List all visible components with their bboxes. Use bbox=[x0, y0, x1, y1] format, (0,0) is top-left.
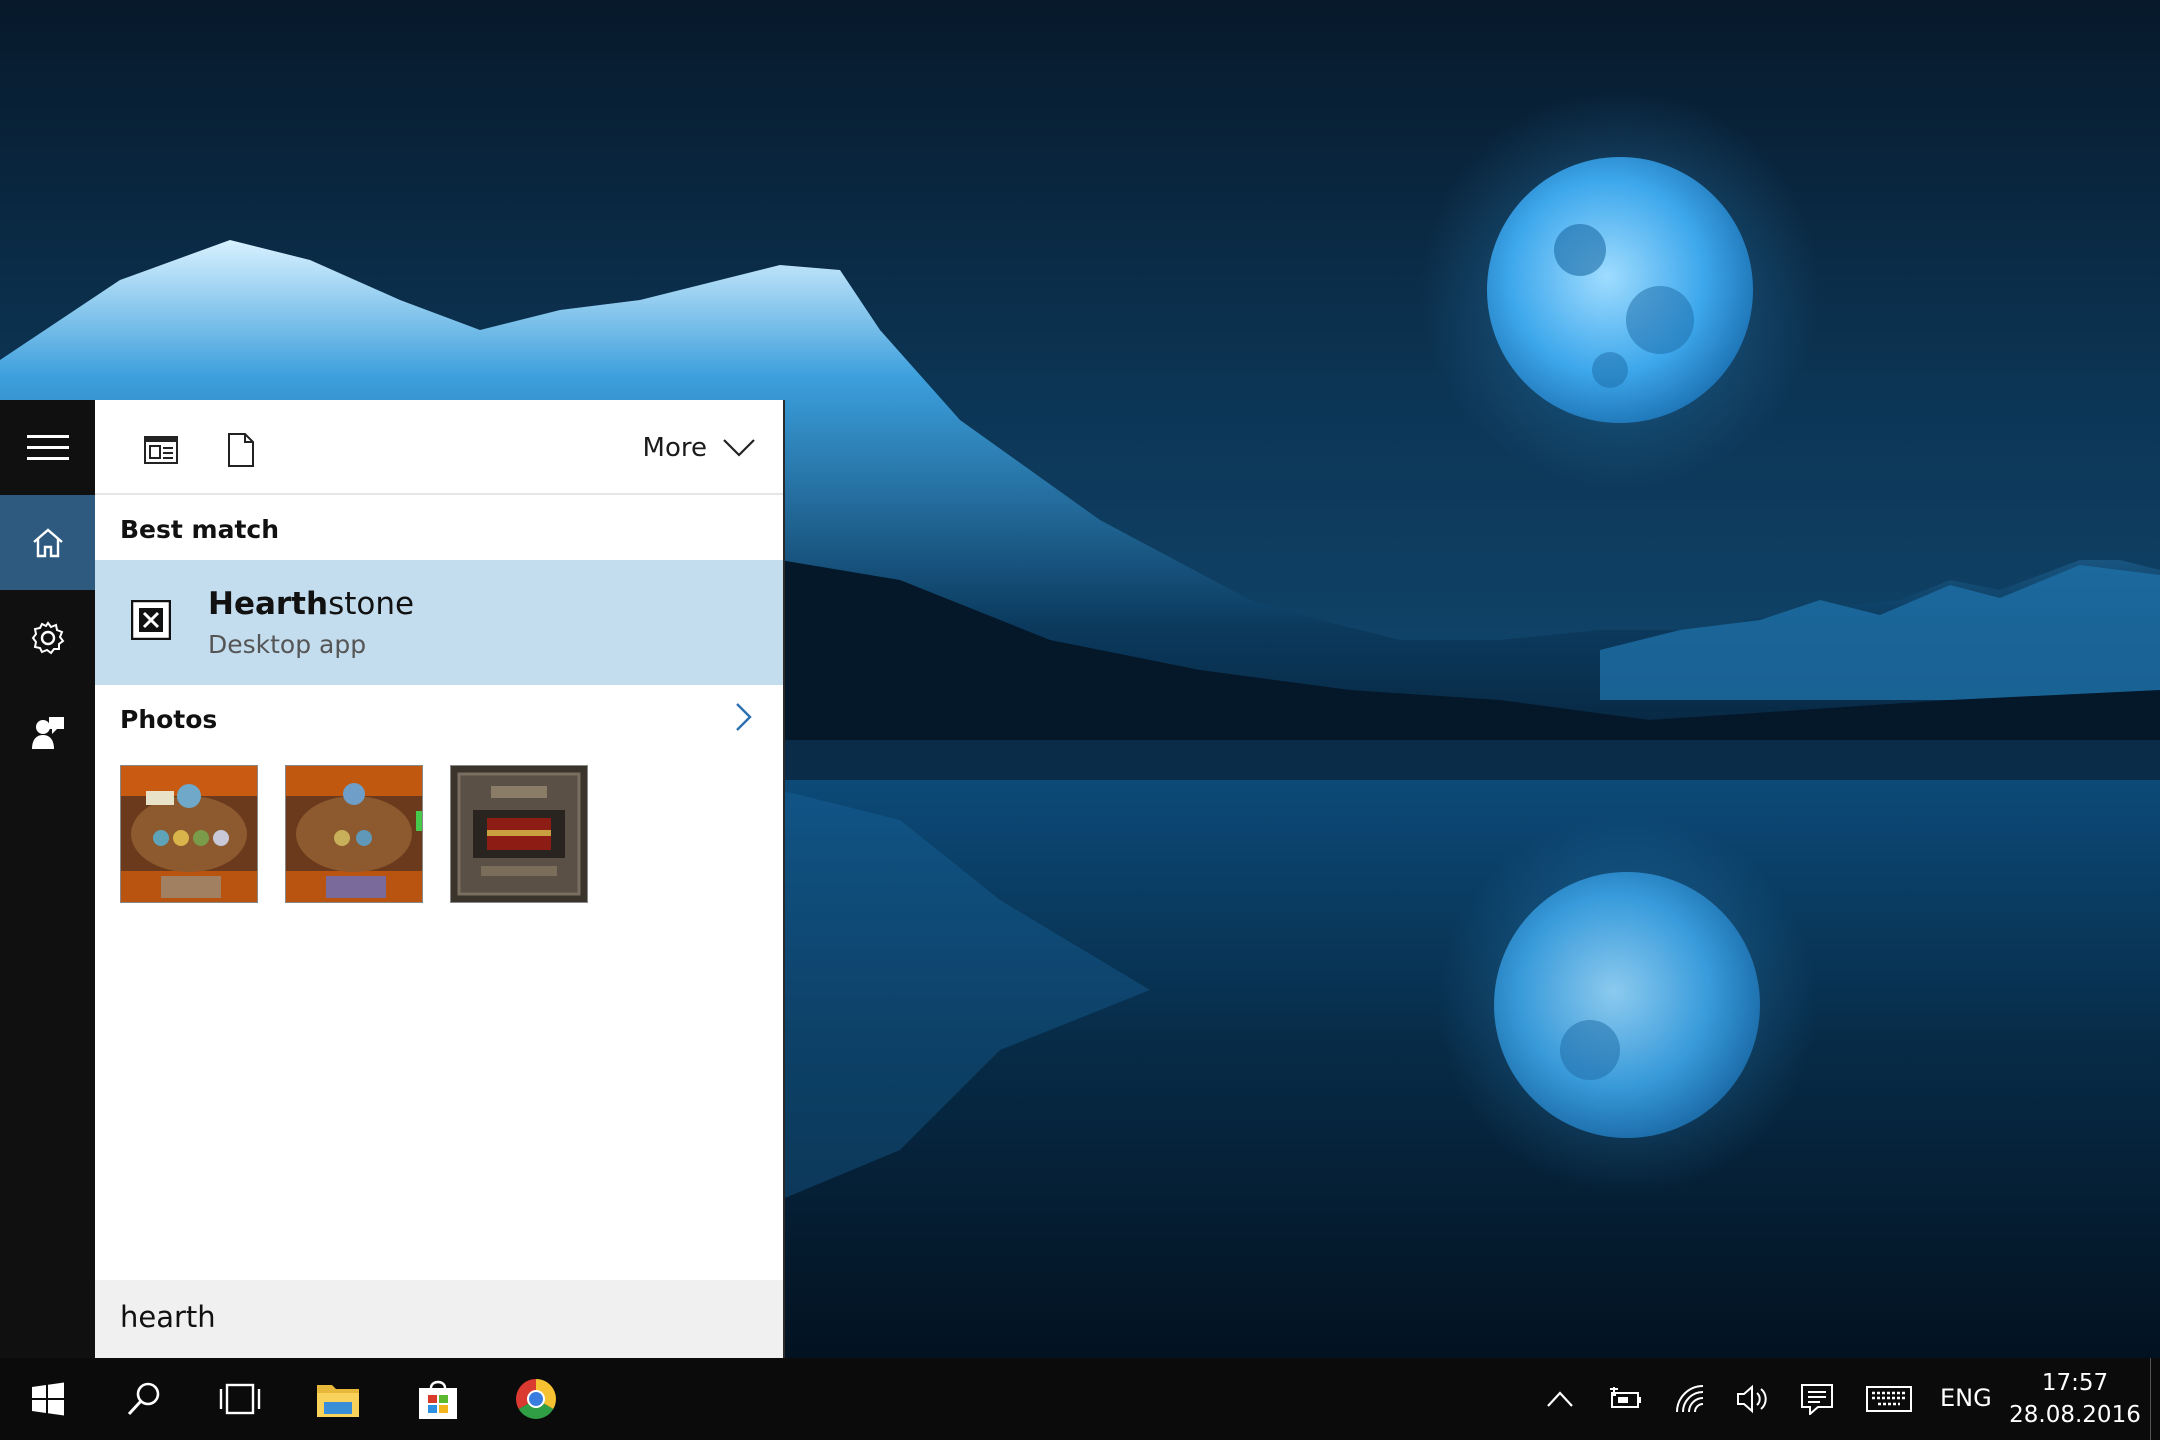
store-icon bbox=[419, 1380, 457, 1419]
task-view-button[interactable] bbox=[192, 1358, 288, 1440]
volume-icon bbox=[1737, 1384, 1767, 1414]
file-explorer-button[interactable] bbox=[290, 1358, 386, 1440]
apps-filter-button[interactable] bbox=[141, 430, 181, 470]
chrome-icon bbox=[516, 1379, 556, 1419]
search-box[interactable]: hearth bbox=[95, 1280, 783, 1358]
photo-thumbnail[interactable] bbox=[285, 765, 423, 903]
hearthstone-pack bbox=[451, 766, 587, 902]
photo-thumbnail[interactable] bbox=[120, 765, 258, 903]
touch-keyboard-button[interactable] bbox=[1864, 1358, 1914, 1440]
battery-icon bbox=[1610, 1387, 1641, 1408]
file-explorer-icon bbox=[317, 1385, 359, 1417]
show-desktop-button[interactable] bbox=[2150, 1358, 2160, 1440]
broken-app-icon bbox=[131, 600, 171, 640]
feedback-icon bbox=[31, 716, 64, 749]
show-hidden-icons-button[interactable] bbox=[1540, 1358, 1580, 1440]
best-match-header: Best match bbox=[120, 515, 280, 544]
menu-button[interactable] bbox=[0, 400, 95, 495]
settings-icon bbox=[31, 620, 64, 654]
feedback-button[interactable] bbox=[0, 685, 95, 780]
settings-button[interactable] bbox=[0, 590, 95, 685]
keyboard-icon bbox=[1866, 1386, 1912, 1412]
volume-button[interactable] bbox=[1733, 1358, 1773, 1440]
home-icon bbox=[32, 527, 63, 557]
clock-time[interactable]: 17:57 bbox=[2000, 1370, 2150, 1396]
wifi-button[interactable] bbox=[1672, 1358, 1712, 1440]
documents-filter-button[interactable] bbox=[221, 430, 261, 470]
taskbar: ENG 17:57 28.08.2016 bbox=[0, 1358, 2160, 1440]
app-name-match: Hearth bbox=[208, 586, 329, 622]
windows-start-icon bbox=[32, 1382, 64, 1416]
action-center-icon bbox=[1801, 1384, 1833, 1415]
app-type: Desktop app bbox=[208, 630, 367, 659]
store-button[interactable] bbox=[390, 1358, 486, 1440]
chrome-button[interactable] bbox=[488, 1358, 584, 1440]
search-query: hearth bbox=[120, 1300, 216, 1334]
apps-filter-icon bbox=[144, 436, 178, 464]
task-view-icon bbox=[219, 1383, 261, 1415]
photo-thumbnail[interactable] bbox=[450, 765, 588, 903]
clock-date[interactable]: 28.08.2016 bbox=[2000, 1402, 2150, 1428]
menu-icon bbox=[26, 434, 69, 460]
chevron-down-icon bbox=[723, 439, 755, 457]
input-language[interactable]: ENG bbox=[1940, 1384, 1992, 1412]
filter-bar: More bbox=[95, 400, 783, 495]
hearthstone-board-2 bbox=[286, 766, 422, 902]
search-button[interactable] bbox=[96, 1358, 192, 1440]
app-name-rest: stone bbox=[328, 586, 415, 622]
best-match-result[interactable]: Hearthstone Desktop app bbox=[95, 560, 783, 685]
documents-filter-icon bbox=[228, 433, 254, 467]
chevron-up-icon bbox=[1547, 1391, 1573, 1407]
home-button[interactable] bbox=[0, 495, 95, 590]
more-filters-button[interactable]: More bbox=[643, 420, 755, 476]
hearthstone-board-1 bbox=[121, 766, 257, 902]
search-icon bbox=[127, 1382, 160, 1416]
chevron-right-icon[interactable] bbox=[735, 702, 753, 732]
action-center-button[interactable] bbox=[1797, 1358, 1837, 1440]
photos-header: Photos bbox=[120, 705, 218, 734]
search-results-panel: More Best match Hearthstone Desktop app … bbox=[95, 400, 785, 1358]
battery-button[interactable] bbox=[1604, 1358, 1644, 1440]
more-label: More bbox=[642, 433, 707, 463]
start-nav-rail bbox=[0, 400, 95, 1358]
app-name: Hearthstone bbox=[208, 586, 414, 622]
wifi-icon bbox=[1676, 1385, 1704, 1413]
start-button[interactable] bbox=[0, 1358, 96, 1440]
